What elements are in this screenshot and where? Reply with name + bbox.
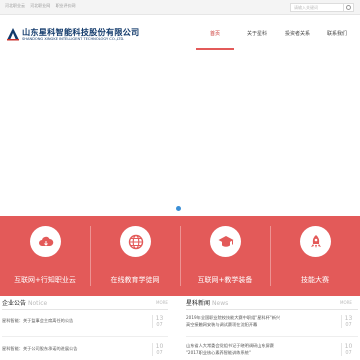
nav-contact[interactable]: 联系我们 [327, 30, 347, 37]
news-item-1-line-2[interactable]: 高空接触网安装与调试赛项在沈阳开幕 [186, 322, 336, 328]
news-item-2-line-2[interactable]: "2017职业核心素养智能训练系统" [186, 350, 336, 356]
feature-skills-contest[interactable]: 技能大赛 [270, 216, 360, 296]
date-month: 07 [156, 350, 163, 356]
news-item-1-date: 13 07 [341, 315, 355, 328]
news-heading: 星科新闻 News [186, 298, 228, 307]
hero-banner[interactable] [0, 50, 360, 215]
feature-online-edu-label: 在线教育学徒网 [110, 276, 160, 284]
notice-item-2[interactable]: 星科智能：关于公司股东承诺的进展公告 [2, 346, 148, 352]
notice-item-1[interactable]: 星科智能：关于监事会主席离任的公告 [2, 318, 148, 324]
notice-item-1-date: 13 07 [152, 315, 166, 328]
feature-divider [180, 226, 181, 286]
notice-item-2-date: 10 07 [152, 343, 166, 356]
feature-cloud[interactable]: 互联网+行知职业云 [0, 216, 90, 296]
news-item-1-line-1[interactable]: 2019年全国职业院校技能大赛中职组"星科杯"新兴 [186, 315, 336, 321]
nav-home[interactable]: 首页 [210, 30, 220, 37]
date-day: 10 [155, 343, 164, 350]
row-divider [186, 336, 358, 337]
news-item-2-date: 10 07 [341, 343, 355, 356]
rocket-icon [300, 226, 331, 257]
date-month: 07 [345, 350, 352, 356]
nav-investors[interactable]: 投资者关系 [285, 30, 310, 37]
news-more-link[interactable]: MORE [340, 300, 352, 305]
news-subtitle: News [212, 300, 229, 307]
feature-teaching-equipment-label: 互联网+教学装备 [197, 276, 253, 284]
feature-divider [270, 226, 271, 286]
feature-cloud-label: 互联网+行知职业云 [14, 276, 76, 284]
row-divider [2, 336, 168, 337]
notice-title: 企业公告 [2, 300, 27, 307]
top-link-2[interactable]: 河北职业网 [30, 3, 50, 8]
feature-teaching-equipment[interactable]: 互联网+教学装备 [180, 216, 270, 296]
notice-divider [2, 309, 168, 310]
date-day: 10 [344, 343, 353, 350]
date-day: 13 [155, 315, 164, 322]
news-item-2-line-1[interactable]: 山东省人大常委会党组书记于晓明调研山东屏赛 [186, 343, 336, 349]
carousel-dot[interactable] [176, 206, 181, 211]
notice-heading: 企业公告 Notice [2, 298, 47, 307]
news-divider [186, 309, 358, 310]
search-input[interactable]: 请输入关键词 [290, 3, 344, 12]
top-link-1[interactable]: 河北职业云 [5, 3, 25, 8]
feature-online-edu[interactable]: 在线教育学徒网 [90, 216, 180, 296]
news-title: 星科新闻 [186, 300, 211, 307]
top-link-3[interactable]: 职业评价网 [56, 3, 76, 8]
notice-subtitle: Notice [28, 300, 48, 307]
date-day: 13 [344, 315, 353, 322]
search-icon[interactable] [344, 3, 354, 12]
globe-icon [120, 226, 151, 257]
date-month: 07 [156, 322, 163, 328]
cloud-icon [30, 226, 61, 257]
feature-divider [90, 226, 91, 286]
top-links: 河北职业云 河北职业网 职业评价网 [5, 3, 80, 9]
nav-about[interactable]: 关于星科 [247, 30, 267, 37]
company-logo-icon [7, 28, 19, 41]
notice-more-link[interactable]: MORE [156, 300, 168, 305]
feature-skills-contest-label: 技能大赛 [301, 276, 329, 284]
date-month: 07 [345, 322, 352, 328]
company-name-en: SHANDONG XINGKE INTELLIGENT TECHNOLOGY C… [22, 37, 125, 41]
graduation-cap-icon [210, 226, 241, 257]
